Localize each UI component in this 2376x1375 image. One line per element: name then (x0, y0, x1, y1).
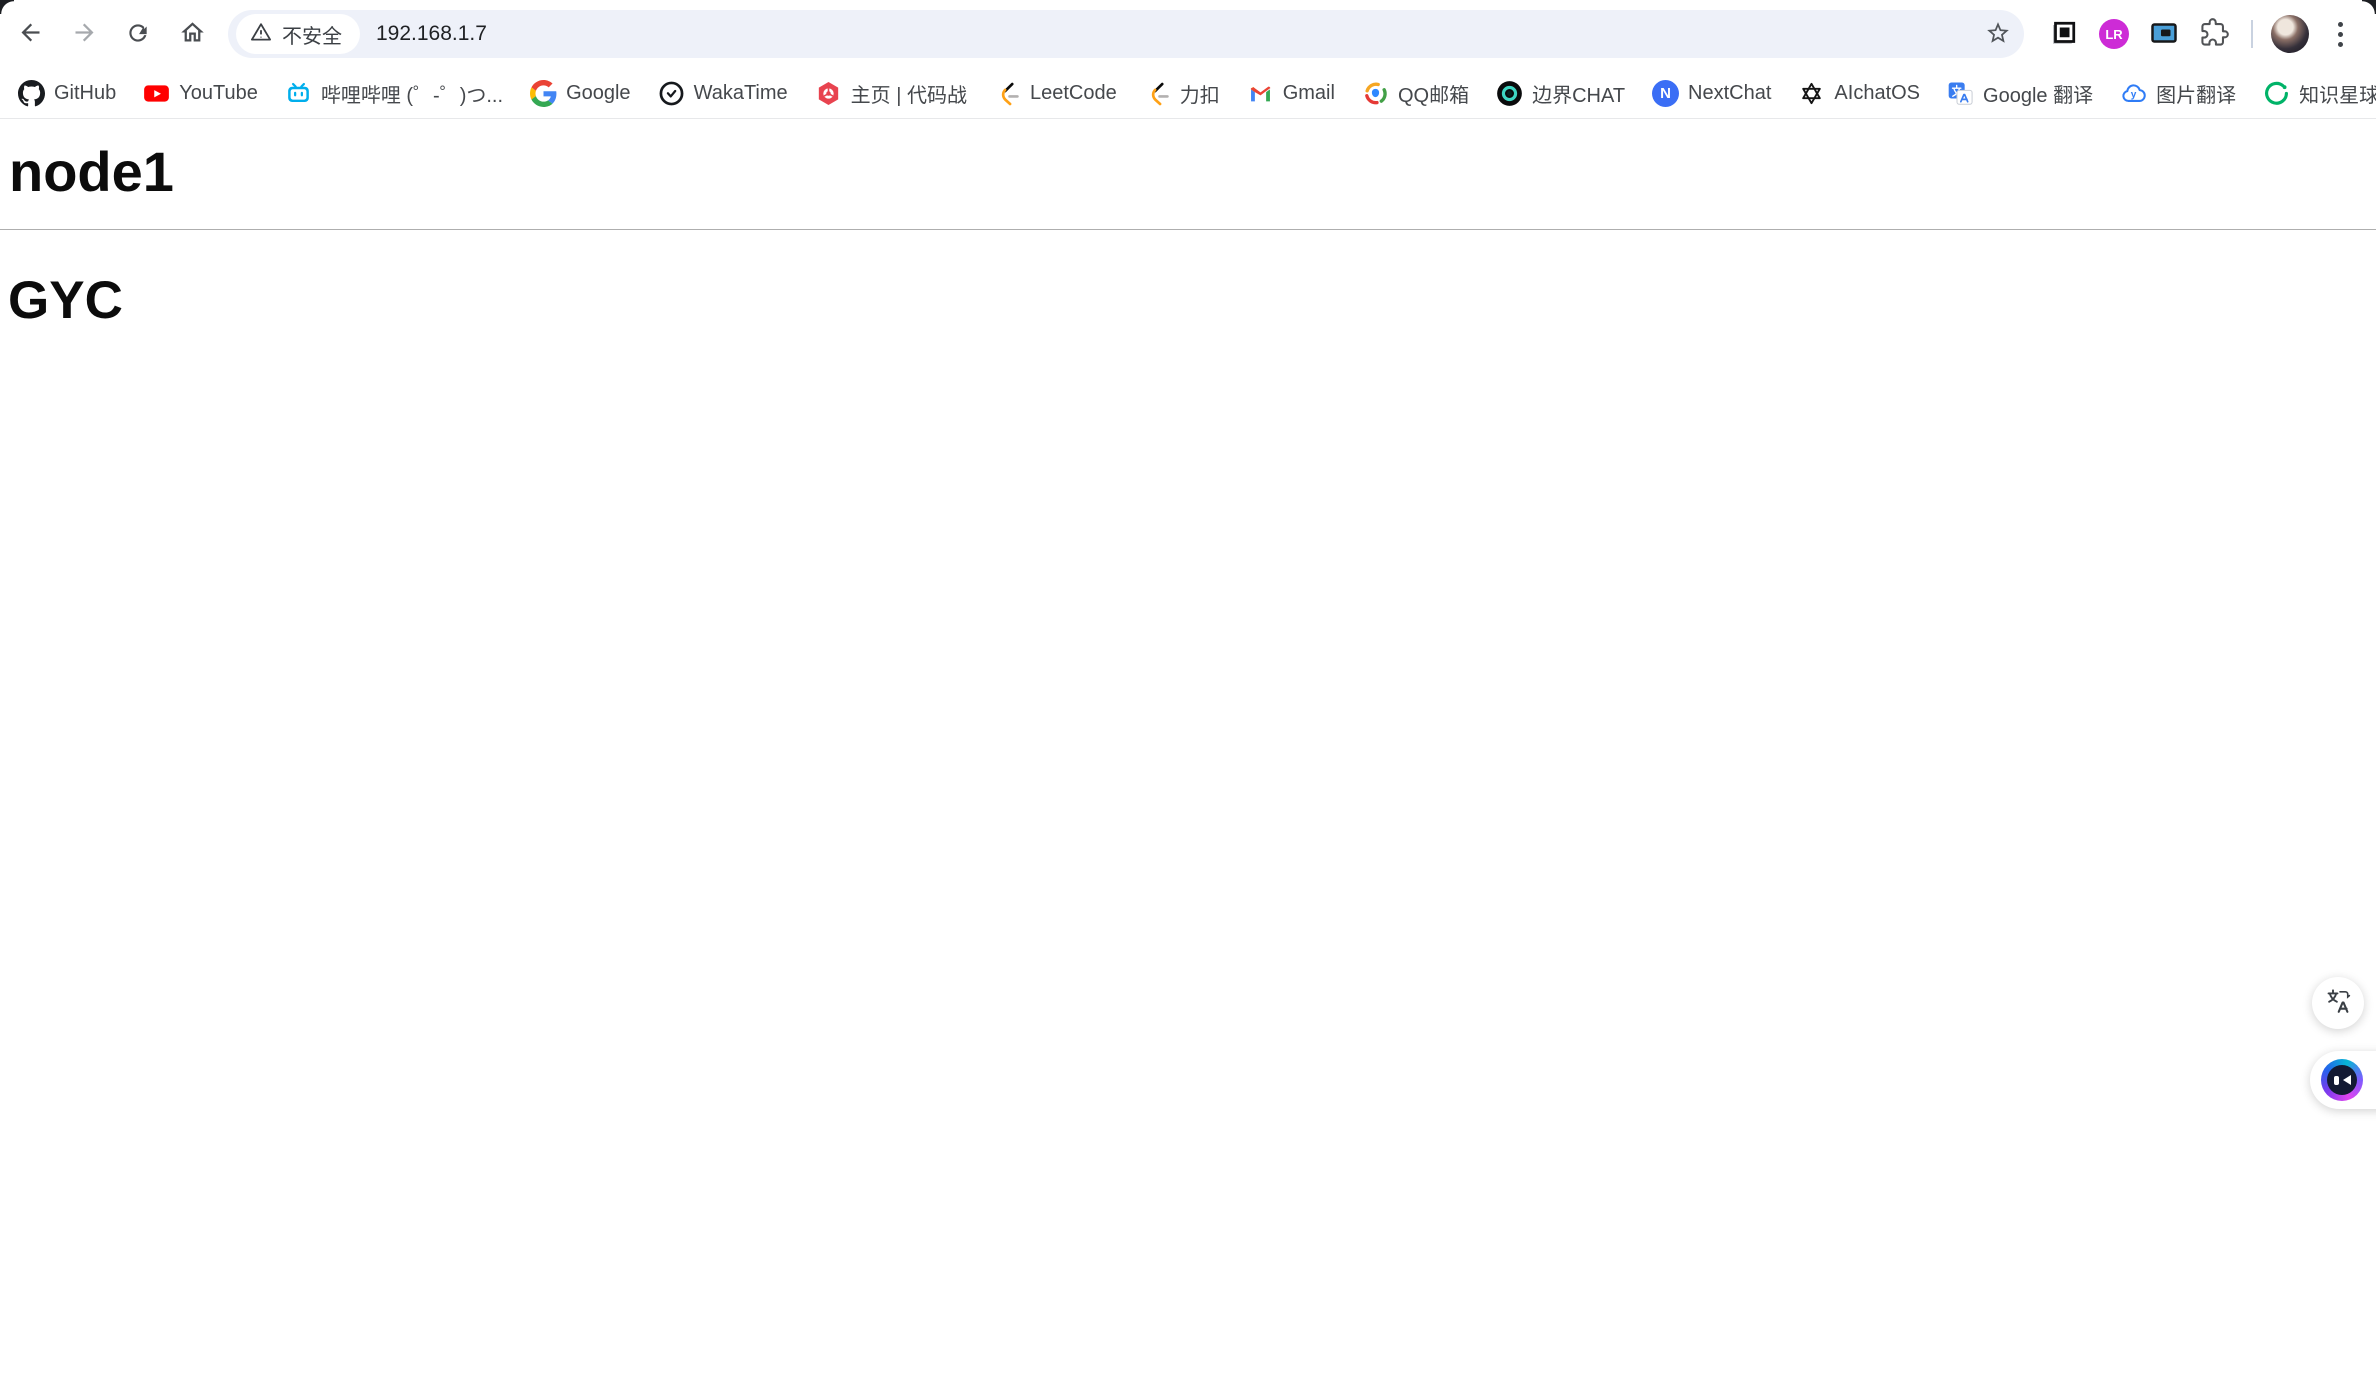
google-translate-icon (1947, 80, 1974, 107)
home-button[interactable] (170, 12, 214, 56)
reload-icon (125, 20, 151, 49)
bookmark-boundary-chat[interactable]: 边界CHAT (1496, 79, 1625, 108)
youtube-icon (143, 80, 170, 107)
window-corner-left (0, 0, 14, 14)
bookmark-label: 哔哩哔哩 (゜-゜)つ... (320, 84, 504, 107)
page-subheading: GYC (8, 270, 123, 330)
warning-triangle-icon (249, 20, 273, 49)
pip-ext-icon (2149, 18, 2179, 51)
bookmark-label: 知识星球 (2299, 84, 2376, 107)
bookmark-label: YouTube (179, 81, 258, 104)
openai-knot-icon (1798, 80, 1825, 107)
bookmark-image-translate[interactable]: y 图片翻译 (2120, 79, 2236, 108)
profile-button[interactable] (2268, 12, 2312, 56)
bookmark-label: LeetCode (1029, 81, 1117, 104)
page-heading: node1 (9, 140, 174, 203)
github-icon (18, 79, 45, 107)
browser-menu-button[interactable] (2318, 12, 2362, 56)
reload-button[interactable] (116, 12, 160, 56)
gmail-icon (1247, 80, 1274, 107)
image-translate-icon: y (2120, 80, 2147, 107)
security-chip[interactable]: 不安全 (236, 14, 360, 54)
bookmark-github[interactable]: GitHub (18, 79, 117, 107)
extensions-puzzle-icon (2200, 18, 2229, 50)
url-text[interactable]: 192.168.1.7 (376, 22, 1978, 46)
forward-button[interactable] (62, 12, 106, 56)
bookmark-label: AIchatOS (1834, 81, 1921, 104)
profile-avatar (2271, 15, 2309, 53)
bookmark-youtube[interactable]: YouTube (143, 80, 258, 107)
wakatime-icon (658, 80, 685, 107)
leetcode-icon (994, 80, 1021, 107)
bookmark-star-icon (1985, 20, 2011, 49)
bookmark-label: Google (566, 81, 631, 104)
security-chip-label: 不安全 (282, 25, 342, 48)
bookmark-leetcode[interactable]: LeetCode (994, 80, 1117, 107)
lr-ext-icon: LR (2099, 19, 2129, 49)
red-gpt-icon (815, 80, 842, 107)
boundary-chat-icon (1496, 80, 1523, 107)
nextchat-icon: N (1652, 79, 1680, 107)
page-content: node1 GYC (0, 141, 2376, 330)
forward-arrow-icon (71, 19, 98, 49)
bookmark-bilibili[interactable]: 哔哩哔哩 (゜-゜)つ... (285, 79, 503, 108)
bookmark-label: 主页 | 代码战 (850, 84, 967, 107)
toolbar-divider (2251, 20, 2253, 48)
bookmark-google[interactable]: Google (530, 79, 631, 107)
bookmark-likou[interactable]: 力扣 (1144, 79, 1220, 108)
nav-button-group (8, 12, 214, 56)
leetcode-icon (1144, 80, 1171, 107)
extensions-puzzle-button[interactable] (2192, 12, 2236, 56)
zsxq-ring-icon (2263, 80, 2290, 107)
bookmark-label: 图片翻译 (2156, 84, 2237, 107)
screenshot-ext-button[interactable] (2042, 12, 2086, 56)
home-icon (179, 19, 206, 49)
menu-kebab-icon (2337, 21, 2343, 47)
back-button[interactable] (8, 12, 52, 56)
bookmark-gmail[interactable]: Gmail (1247, 80, 1335, 107)
bookmark-label: Google 翻译 (1983, 84, 2094, 107)
assistant-robot-fab[interactable] (2310, 1051, 2376, 1109)
browser-toolbar: 不安全 192.168.1.7 LR (0, 0, 2376, 68)
bookmark-label: GitHub (54, 81, 117, 104)
heading-divider (0, 228, 2376, 230)
translate-icon (2323, 986, 2353, 1021)
window-corner-right (2362, 0, 2376, 14)
screenshot-ext-icon (2049, 18, 2079, 51)
bookmark-label: Gmail (1282, 81, 1335, 104)
bookmark-label: 力扣 (1179, 84, 1220, 107)
bookmark-wakatime[interactable]: WakaTime (658, 80, 788, 107)
browser-window: 不安全 192.168.1.7 LR GitHub YouTube 哔哩哔哩 (… (0, 0, 2376, 1375)
qqmail-icon (1362, 80, 1389, 107)
translate-fab[interactable] (2312, 977, 2364, 1029)
bookmark-codewar-home[interactable]: 主页 | 代码战 (815, 79, 967, 108)
bookmarks-bar: GitHub YouTube 哔哩哔哩 (゜-゜)つ... Google Wak… (0, 68, 2376, 119)
bookmark-nextchat[interactable]: N NextChat (1652, 79, 1772, 107)
lr-ext-button[interactable]: LR (2092, 12, 2136, 56)
extension-button-group: LR (2042, 12, 2362, 56)
google-icon (530, 79, 557, 107)
svg-text:y: y (2131, 89, 2137, 100)
address-bar[interactable]: 不安全 192.168.1.7 (228, 10, 2024, 58)
bookmark-label: NextChat (1688, 81, 1772, 104)
back-arrow-icon (17, 19, 44, 49)
bookmark-star-button[interactable] (1978, 14, 2018, 54)
pip-ext-button[interactable] (2142, 12, 2186, 56)
bookmark-google-translate[interactable]: Google 翻译 (1947, 79, 2093, 108)
bilibili-icon (285, 80, 312, 107)
bookmark-zsxq[interactable]: 知识星球 (2263, 79, 2376, 108)
bookmark-label: 边界CHAT (1532, 84, 1626, 107)
robot-assistant-icon (2321, 1059, 2363, 1101)
bookmark-label: WakaTime (693, 81, 788, 104)
bookmark-label: QQ邮箱 (1397, 84, 1470, 107)
bookmark-qqmail[interactable]: QQ邮箱 (1362, 79, 1469, 108)
bookmark-aichatos[interactable]: AIchatOS (1798, 80, 1920, 107)
